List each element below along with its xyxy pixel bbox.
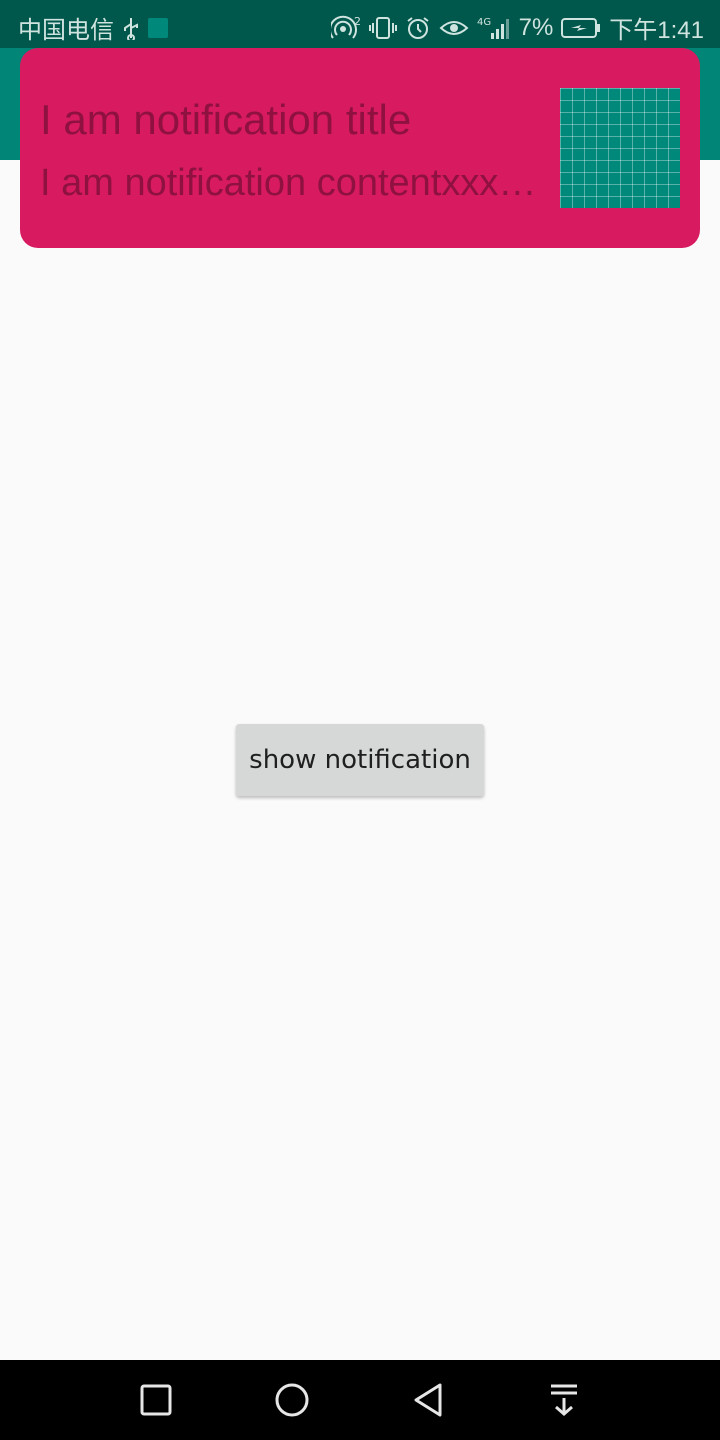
eye-icon	[439, 16, 469, 40]
clock: 下午1:41	[609, 17, 704, 44]
battery-icon	[561, 17, 601, 39]
alarm-icon	[405, 15, 431, 41]
notification-title: I am notification title	[40, 96, 412, 143]
battery-percent: 7%	[518, 13, 554, 41]
status-bar: 中国电信 2 4G 7% 下午1:41	[0, 0, 720, 48]
svg-text:2: 2	[354, 15, 361, 28]
back-triangle-icon[interactable]	[406, 1378, 450, 1422]
network-label: 4G	[477, 17, 491, 28]
carrier-label: 中国电信	[18, 17, 114, 44]
hotspot-icon: 2	[330, 15, 361, 41]
recents-square-icon[interactable]	[134, 1378, 178, 1422]
home-circle-icon[interactable]	[270, 1378, 314, 1422]
heads-up-notification[interactable]: I am notification title I am notificatio…	[20, 48, 700, 248]
usb-icon	[122, 16, 140, 40]
app-icon	[148, 17, 168, 38]
vibrate-icon	[368, 15, 397, 41]
notification-content: I am notification contentxxxxxxxxxx	[40, 162, 540, 204]
notification-pull-icon[interactable]	[542, 1378, 586, 1422]
navigation-bar	[0, 1360, 720, 1440]
signal-icon: 4G	[477, 15, 511, 41]
show-notification-button[interactable]: show notification	[236, 724, 484, 796]
grid-image-icon	[560, 88, 680, 208]
